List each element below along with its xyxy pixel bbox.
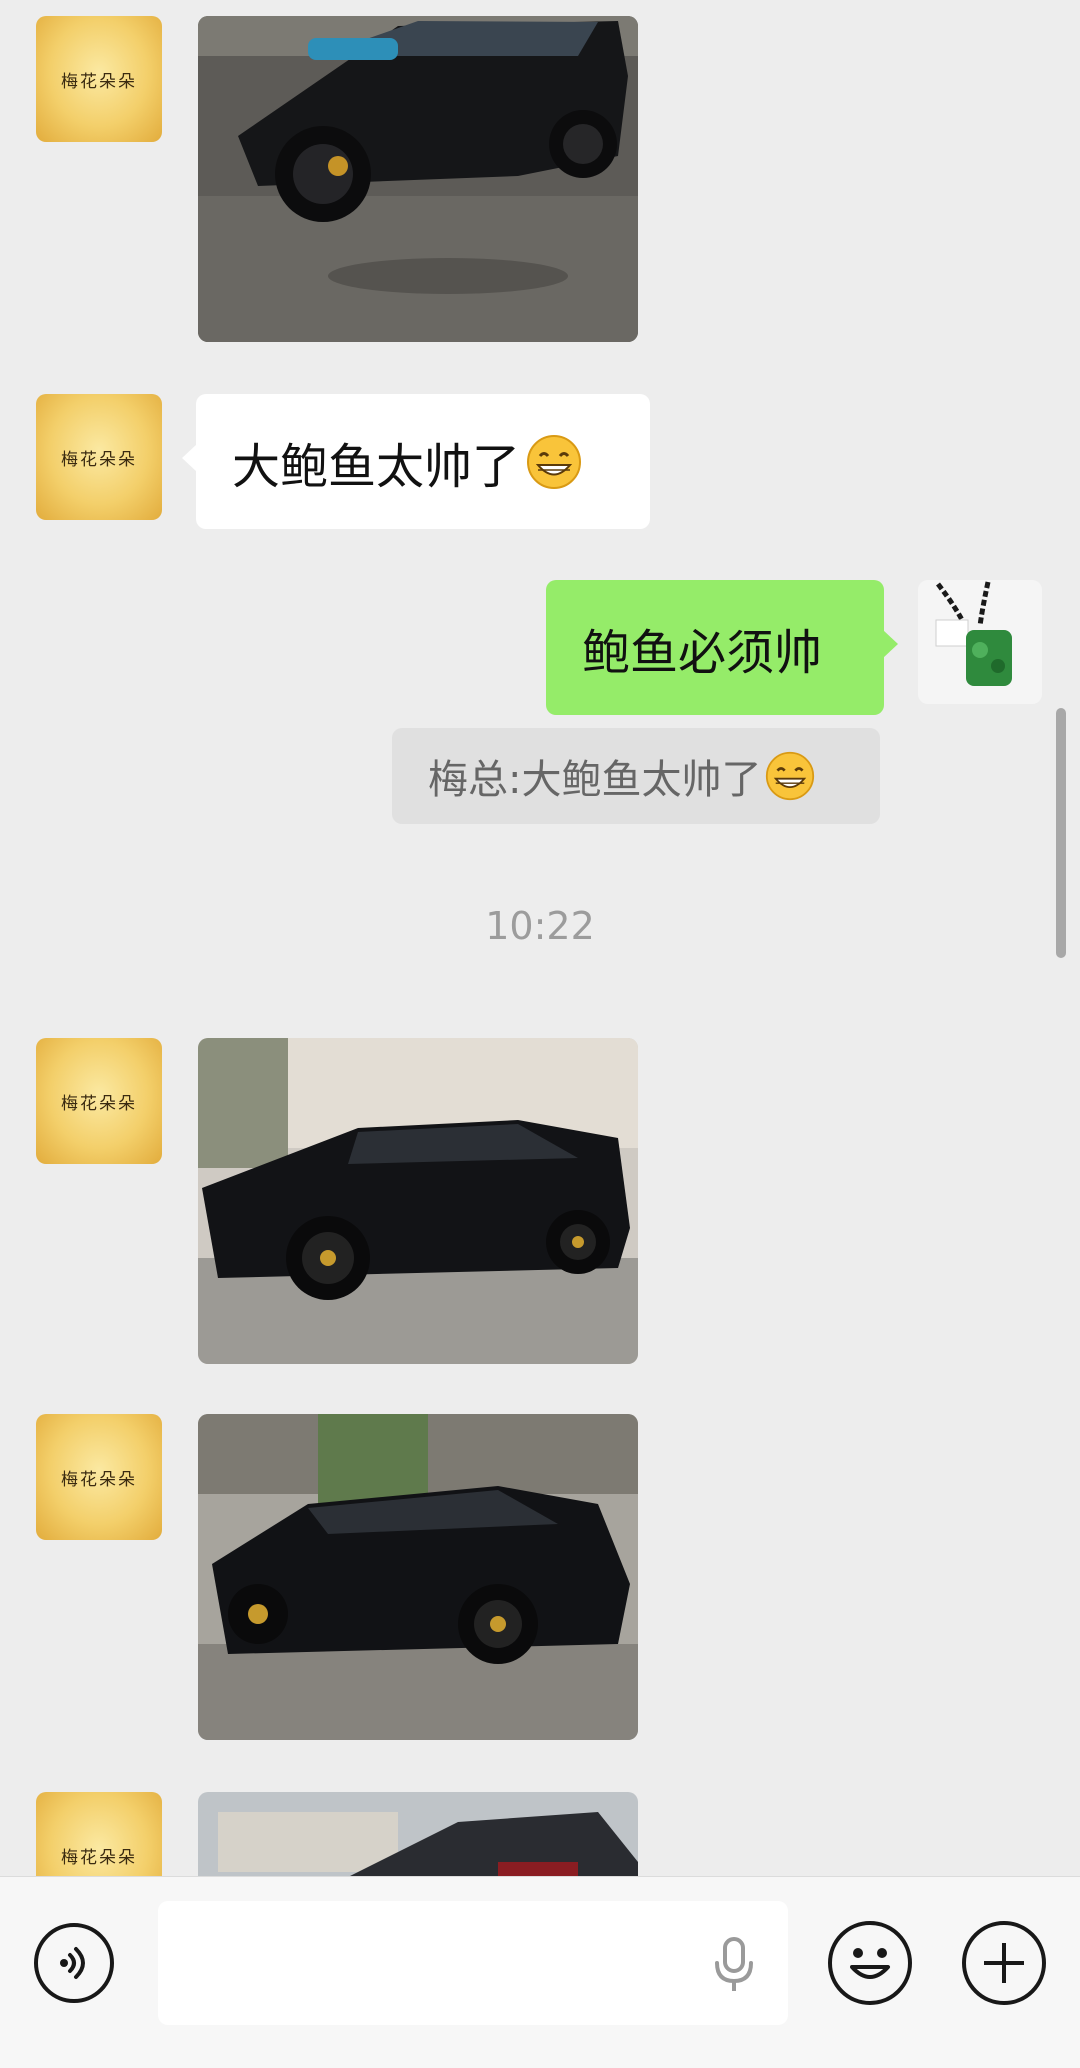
voice-icon xyxy=(60,1947,85,1979)
input-bar xyxy=(0,1876,1080,2068)
plus-icon xyxy=(984,1943,1024,1983)
car-photo-image xyxy=(198,1414,638,1740)
emoji-button[interactable] xyxy=(828,1921,912,2005)
contact-avatar[interactable]: 梅花朵朵 xyxy=(36,1414,162,1540)
my-avatar[interactable] xyxy=(918,580,1042,704)
contact-avatar[interactable]: 梅花朵朵 xyxy=(36,1792,162,1876)
message-timestamp: 10:22 xyxy=(485,904,595,948)
message-input[interactable] xyxy=(158,1901,788,2025)
smile-icon xyxy=(850,1948,890,1979)
car-photo-image xyxy=(198,1792,638,1876)
car-photo-message[interactable] xyxy=(198,1414,638,1740)
chat-screen: 梅花朵朵 梅花朵朵 大鲍鱼太帅了 鲍鱼必须帅 梅总:大鲍鱼太帅了 10:22 梅… xyxy=(0,0,1080,2068)
contact-avatar[interactable]: 梅花朵朵 xyxy=(36,16,162,142)
contact-avatar[interactable]: 梅花朵朵 xyxy=(36,1038,162,1164)
message-text: 大鲍鱼太帅了 xyxy=(232,438,521,495)
grin-emoji-icon xyxy=(766,751,815,801)
avatar-text: 梅花朵朵 xyxy=(61,449,137,470)
quote-text: 梅总:大鲍鱼太帅了 xyxy=(428,757,762,803)
more-button[interactable] xyxy=(962,1921,1046,2005)
car-photo-message[interactable] xyxy=(198,1792,638,1876)
message-list[interactable]: 梅花朵朵 梅花朵朵 大鲍鱼太帅了 鲍鱼必须帅 梅总:大鲍鱼太帅了 10:22 梅… xyxy=(0,0,1080,1876)
contact-avatar[interactable]: 梅花朵朵 xyxy=(36,394,162,520)
quoted-message[interactable]: 梅总:大鲍鱼太帅了 xyxy=(392,728,880,824)
avatar-text: 梅花朵朵 xyxy=(61,1469,137,1490)
car-photo-message[interactable] xyxy=(198,1038,638,1364)
car-photo-message[interactable] xyxy=(198,16,638,342)
avatar-text: 梅花朵朵 xyxy=(61,71,137,92)
avatar-text: 梅花朵朵 xyxy=(61,1847,137,1868)
car-photo-image xyxy=(198,1038,638,1364)
avatar-text: 梅花朵朵 xyxy=(61,1093,137,1114)
incoming-text-bubble[interactable]: 大鲍鱼太帅了 xyxy=(182,394,650,529)
voice-button[interactable] xyxy=(34,1923,114,2003)
car-photo-image xyxy=(198,16,638,342)
outgoing-text-bubble[interactable]: 鲍鱼必须帅 xyxy=(546,580,898,715)
scrollbar[interactable] xyxy=(1056,708,1066,958)
message-text: 鲍鱼必须帅 xyxy=(582,624,823,681)
mic-icon[interactable] xyxy=(710,1937,758,1993)
grin-emoji-icon xyxy=(527,434,582,489)
jade-pendant-image xyxy=(918,580,1042,704)
